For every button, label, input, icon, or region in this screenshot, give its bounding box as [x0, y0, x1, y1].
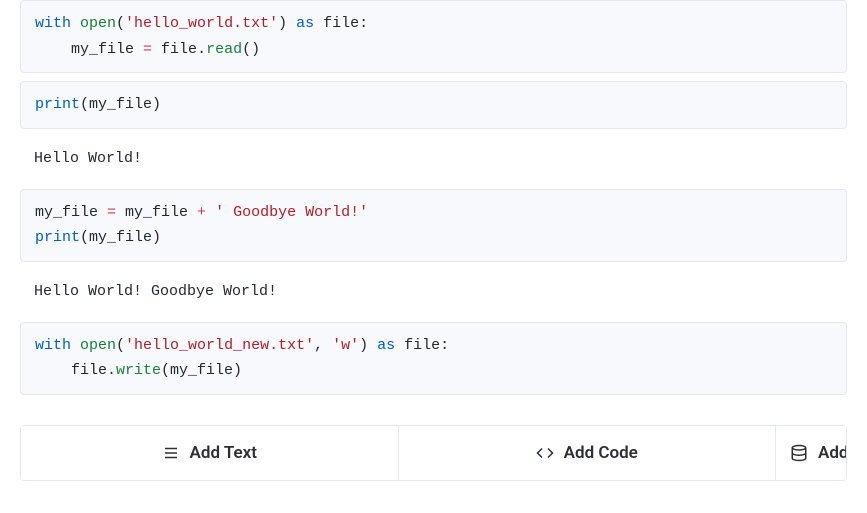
code-token: as: [296, 15, 314, 32]
add-data-label: Add: [818, 443, 846, 463]
code-token: (my_file): [80, 96, 161, 113]
add-text-label: Add Text: [190, 443, 257, 463]
code-token: print: [35, 96, 80, 113]
data-icon: [790, 444, 808, 462]
code-token: print: [35, 229, 80, 246]
code-token: [206, 204, 215, 221]
add-data-button[interactable]: Add: [776, 426, 846, 480]
code-token: file: [35, 362, 107, 379]
code-token: (: [116, 337, 125, 354]
code-cell[interactable]: with open('hello_world_new.txt', 'w') as…: [20, 322, 847, 395]
output-cell: Hello World!: [20, 137, 847, 181]
add-code-label: Add Code: [564, 443, 638, 463]
code-token: as: [377, 337, 395, 354]
code-token: write: [116, 362, 161, 379]
code-token: (my_file): [80, 229, 161, 246]
code-token: 'hello_world_new.txt': [125, 337, 314, 354]
code-token: file:: [395, 337, 449, 354]
code-token: (): [242, 41, 260, 58]
code-token: open: [80, 337, 116, 354]
code-cell[interactable]: my_file = my_file + ' Goodbye World!' pr…: [20, 189, 847, 262]
code-token: open: [80, 15, 116, 32]
code-token: (my_file): [161, 362, 242, 379]
code-token: ): [359, 337, 377, 354]
code-token: my_file: [35, 41, 143, 58]
notebook-toolbar: Add Text Add Code Add: [20, 425, 847, 481]
output-cell: Hello World! Goodbye World!: [20, 270, 847, 314]
code-token: 'w': [332, 337, 359, 354]
code-token: my_file: [116, 204, 197, 221]
code-token: ' Goodbye World!': [215, 204, 368, 221]
code-token: with: [35, 337, 80, 354]
code-token: (: [116, 15, 125, 32]
code-token: ,: [314, 337, 332, 354]
code-token: .: [197, 41, 206, 58]
code-token: .: [107, 362, 116, 379]
code-token: =: [143, 41, 152, 58]
code-token: with: [35, 15, 80, 32]
code-token: 'hello_world.txt': [125, 15, 278, 32]
code-token: read: [206, 41, 242, 58]
add-text-button[interactable]: Add Text: [21, 426, 399, 480]
text-icon: [162, 444, 180, 462]
code-token: file: [152, 41, 197, 58]
add-code-button[interactable]: Add Code: [399, 426, 777, 480]
code-cell[interactable]: with open('hello_world.txt') as file: my…: [20, 0, 847, 73]
code-cell[interactable]: print(my_file): [20, 81, 847, 129]
code-token: my_file: [35, 204, 107, 221]
code-icon: [536, 444, 554, 462]
code-token: +: [197, 204, 206, 221]
code-token: =: [107, 204, 116, 221]
code-token: ): [278, 15, 296, 32]
code-token: file:: [314, 15, 368, 32]
